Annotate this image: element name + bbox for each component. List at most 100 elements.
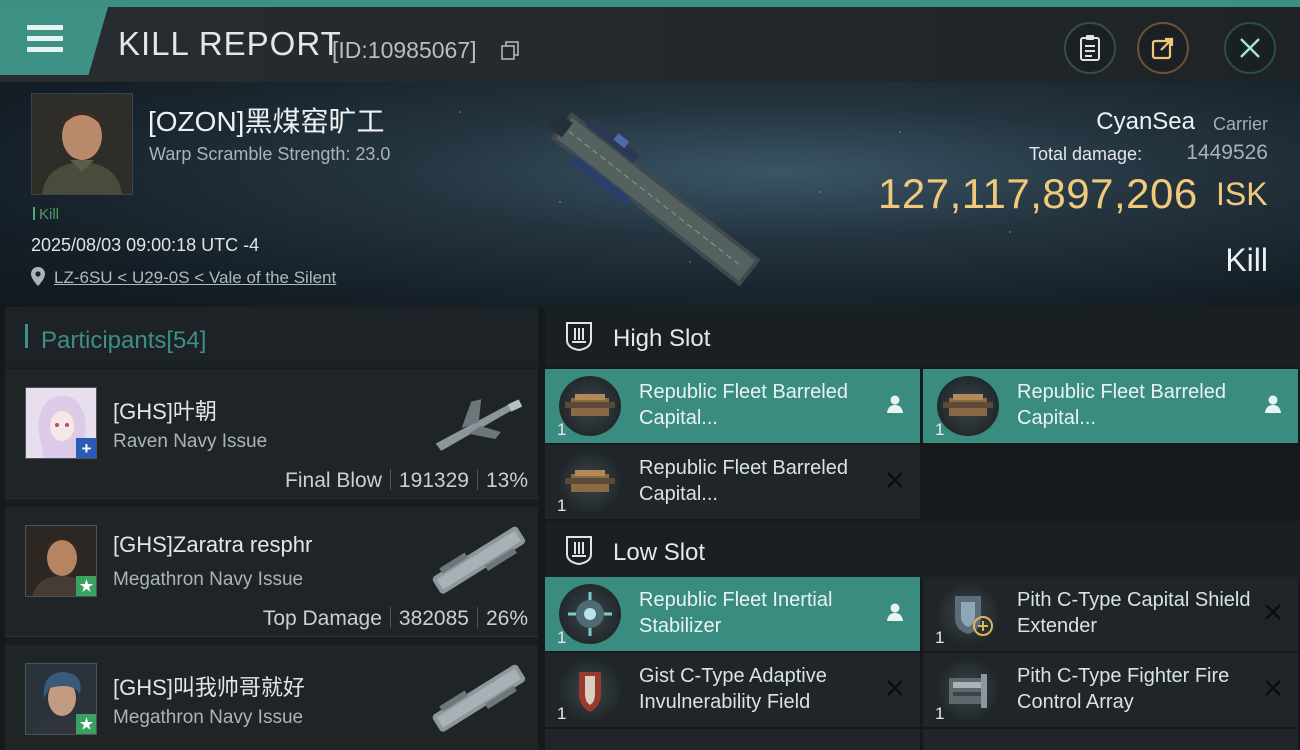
participant-role: Top Damage	[262, 607, 382, 630]
participant-ship-image	[432, 664, 526, 732]
participant-avatar: ★	[25, 525, 97, 597]
report-id: [ID:10985067]	[332, 37, 477, 63]
module-item-partial[interactable]	[923, 729, 1298, 750]
module-quantity: 1	[557, 704, 567, 723]
module-item[interactable]: 1 Gist C-Type Adaptive Invulnerability F…	[545, 653, 920, 727]
x-icon	[1265, 680, 1281, 696]
x-icon	[887, 472, 903, 488]
participant-row[interactable]: ★ [GHS]Zaratra resphr Megathron Navy Iss…	[5, 507, 538, 637]
participant-percent: 26%	[485, 607, 528, 630]
share-button[interactable]	[1137, 22, 1189, 74]
turret-module-icon	[559, 452, 621, 512]
total-damage-value: 1449526	[1186, 141, 1268, 164]
participant-damage: 191329	[398, 469, 469, 492]
module-name: Pith C-Type Fighter Fire Control Array	[1017, 665, 1230, 713]
module-item[interactable]: 1 Pith C-Type Capital Shield Extender	[923, 577, 1298, 651]
participant-name: [GHS]叫我帅哥就好	[113, 675, 305, 700]
close-button[interactable]	[1224, 22, 1276, 74]
header-bar: KILL REPORT [ID:10985067]	[0, 7, 1300, 82]
module-item[interactable]: 1 Republic Fleet Barreled Capital...	[545, 445, 920, 519]
total-damage-label: Total damage:	[1029, 144, 1143, 164]
module-name: Republic Fleet Barreled Capital...	[639, 381, 848, 429]
participant-row[interactable]: + [GHS]叶朝 Raven Navy Issue Final Blow 191…	[5, 369, 538, 499]
victim-panel: [OZON]黑煤窑旷工 Warp Scramble Strength: 23.0…	[0, 82, 1300, 307]
module-name: Pith C-Type Capital Shield Extender	[1017, 589, 1251, 637]
top-accent-line	[0, 0, 1300, 7]
module-name: Gist C-Type Adaptive Invulnerability Fie…	[639, 665, 827, 713]
invulnerability-field-icon	[559, 660, 621, 720]
fire-control-array-icon	[937, 660, 999, 720]
participant-badge: ★	[76, 714, 96, 734]
fitting-panel: High Slot 1 Republic Fleet Barreled Capi…	[545, 307, 1300, 750]
shield-extender-icon	[937, 584, 999, 644]
participant-row[interactable]: ★ [GHS]叫我帅哥就好 Megathron Navy Issue	[5, 645, 538, 750]
high-slot-header: High Slot	[545, 307, 1300, 367]
clipboard-button[interactable]	[1064, 22, 1116, 74]
module-quantity: 1	[557, 628, 567, 647]
participant-ship-image	[435, 399, 523, 451]
participant-percent: 13%	[485, 469, 528, 492]
participant-ship: Megathron Navy Issue	[113, 569, 304, 590]
participants-header: Participants[54]	[5, 307, 538, 367]
module-item[interactable]: 1 Republic Fleet Inertial Stabilizer	[545, 577, 920, 651]
module-name: Republic Fleet Inertial Stabilizer	[639, 589, 833, 637]
high-slot-title: High Slot	[613, 325, 711, 352]
module-item[interactable]: 1 Pith C-Type Fighter Fire Control Array	[923, 653, 1298, 727]
module-quantity: 1	[557, 496, 567, 515]
victim-portrait[interactable]	[31, 93, 133, 195]
low-slot-icon	[566, 536, 592, 566]
module-quantity: 1	[557, 420, 567, 439]
turret-module-icon	[559, 376, 621, 436]
low-slot-title: Low Slot	[613, 539, 706, 566]
participant-badge: ★	[76, 576, 96, 596]
x-icon	[1265, 604, 1281, 620]
location-pin-icon	[31, 267, 45, 286]
attacker-ship-class: Carrier	[1212, 114, 1268, 134]
participants-title: Participants[54]	[41, 327, 207, 354]
participant-avatar: ★	[25, 663, 97, 735]
participants-panel: Participants[54] + [GHS]叶朝 Raven Navy Is…	[5, 307, 538, 750]
close-icon	[1240, 38, 1260, 58]
copy-icon[interactable]	[501, 41, 519, 60]
module-item[interactable]: 1 Republic Fleet Barreled Capital...	[923, 369, 1298, 443]
carrier-ship-image	[547, 111, 761, 287]
participant-name: [GHS]叶朝	[113, 399, 217, 424]
clipboard-icon	[1080, 35, 1100, 61]
warp-scramble-strength: Warp Scramble Strength: 23.0	[149, 144, 391, 164]
kill-datetime: 2025/08/03 09:00:18 UTC -4	[31, 235, 260, 255]
result-label: Kill	[1225, 242, 1268, 278]
person-icon	[887, 395, 903, 413]
participants-count: [54]	[166, 327, 207, 354]
module-item-partial[interactable]	[545, 729, 920, 750]
victim-name: [OZON]黑煤窑旷工	[148, 106, 385, 137]
participant-role: Final Blow	[285, 469, 382, 492]
page-title: KILL REPORT	[118, 25, 342, 62]
module-quantity: 1	[935, 628, 945, 647]
attacker-corp: CyanSea	[1096, 108, 1195, 135]
location-link[interactable]: LZ-6SU < U29-0S < Vale of the Silent	[54, 268, 336, 288]
participant-stats: Top Damage 382085 26%	[263, 607, 528, 631]
isk-unit: ISK	[1216, 176, 1268, 212]
isk-value: 127,117,897,206	[878, 170, 1198, 217]
module-name: Republic Fleet Barreled Capital...	[1017, 381, 1226, 429]
menu-button[interactable]	[0, 7, 108, 75]
kill-tag: Kill	[33, 206, 59, 223]
person-icon	[1265, 395, 1281, 413]
participant-ship-image	[432, 526, 526, 594]
participant-ship: Raven Navy Issue	[113, 431, 268, 452]
pilot-portrait-image	[32, 94, 132, 194]
participant-ship: Megathron Navy Issue	[113, 707, 304, 728]
low-slot-header: Low Slot	[545, 521, 1300, 581]
turret-module-icon	[937, 376, 999, 436]
person-icon	[887, 603, 903, 621]
module-name: Republic Fleet Barreled Capital...	[639, 457, 848, 505]
kill-report-screen: KILL REPORT [ID:10985067] [OZON]黑煤窑旷工 Wa…	[0, 0, 1300, 750]
module-quantity: 1	[935, 704, 945, 723]
participant-badge: +	[76, 438, 96, 458]
module-quantity: 1	[935, 420, 945, 439]
x-icon	[887, 680, 903, 696]
participant-stats: Final Blow 191329 13%	[285, 469, 528, 493]
participant-name: [GHS]Zaratra resphr	[113, 532, 313, 557]
share-icon	[1151, 37, 1174, 60]
module-item[interactable]: 1 Republic Fleet Barreled Capital...	[545, 369, 920, 443]
